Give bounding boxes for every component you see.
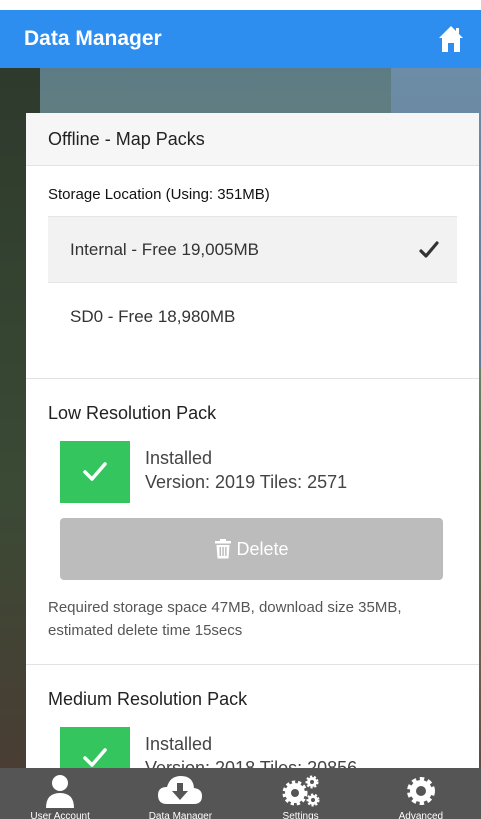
nav-advanced[interactable]: Advanced <box>361 768 481 819</box>
bottom-nav: User Account Data Manager Settings Advan… <box>0 768 481 819</box>
app-header: Data Manager <box>0 10 481 68</box>
gear-icon <box>406 777 435 805</box>
storage-option-sd0[interactable]: SD0 - Free 18,980MB <box>48 283 457 350</box>
pack-status-low: Installed Version: 2019 Tiles: 2571 <box>60 441 479 503</box>
pack-version-text: Version: 2019 Tiles: 2571 <box>145 472 348 492</box>
storage-location-label: Storage Location (Using: 351MB) <box>48 186 270 203</box>
check-icon <box>83 748 107 767</box>
storage-option-label: SD0 - Free 18,980MB <box>70 306 236 326</box>
storage-requirement-note: Required storage space 47MB, download si… <box>48 599 402 639</box>
storage-option-label: Internal - Free 19,005MB <box>70 239 259 259</box>
map-packs-panel: Offline - Map Packs Storage Location (Us… <box>26 113 479 768</box>
installed-badge <box>60 441 130 503</box>
home-button[interactable] <box>433 21 469 57</box>
cloud-download-icon <box>158 776 203 804</box>
checkmark-icon <box>419 240 439 258</box>
nav-label: Data Manager <box>148 811 213 819</box>
status-bar <box>0 0 481 10</box>
nav-user-account[interactable]: User Account <box>0 768 120 819</box>
check-icon <box>83 462 107 481</box>
installed-badge <box>60 727 130 768</box>
user-icon <box>46 775 75 808</box>
page-title: Data Manager <box>24 27 162 50</box>
nav-label: User Account <box>30 811 90 819</box>
nav-label: Advanced <box>398 811 444 819</box>
storage-option-internal[interactable]: Internal - Free 19,005MB <box>48 216 457 283</box>
pack-title-medium: Medium Resolution Pack <box>48 689 248 709</box>
delete-button[interactable]: Delete <box>60 518 443 580</box>
home-icon <box>439 26 463 52</box>
pack-title-low: Low Resolution Pack <box>48 403 217 423</box>
nav-settings[interactable]: Settings <box>241 768 361 819</box>
gears-icon <box>282 775 320 807</box>
delete-label: Delete <box>236 538 289 559</box>
pack-status-text: Installed <box>145 734 213 754</box>
nav-label: Settings <box>282 811 319 819</box>
trash-icon <box>215 539 232 559</box>
panel-title: Offline - Map Packs <box>26 113 479 166</box>
pack-status-text: Installed <box>145 448 213 468</box>
nav-data-manager[interactable]: Data Manager <box>120 768 240 819</box>
pack-version-text: Version: 2018 Tiles: 20856 <box>145 758 358 768</box>
pack-status-medium: Installed Version: 2018 Tiles: 20856 <box>60 727 479 768</box>
